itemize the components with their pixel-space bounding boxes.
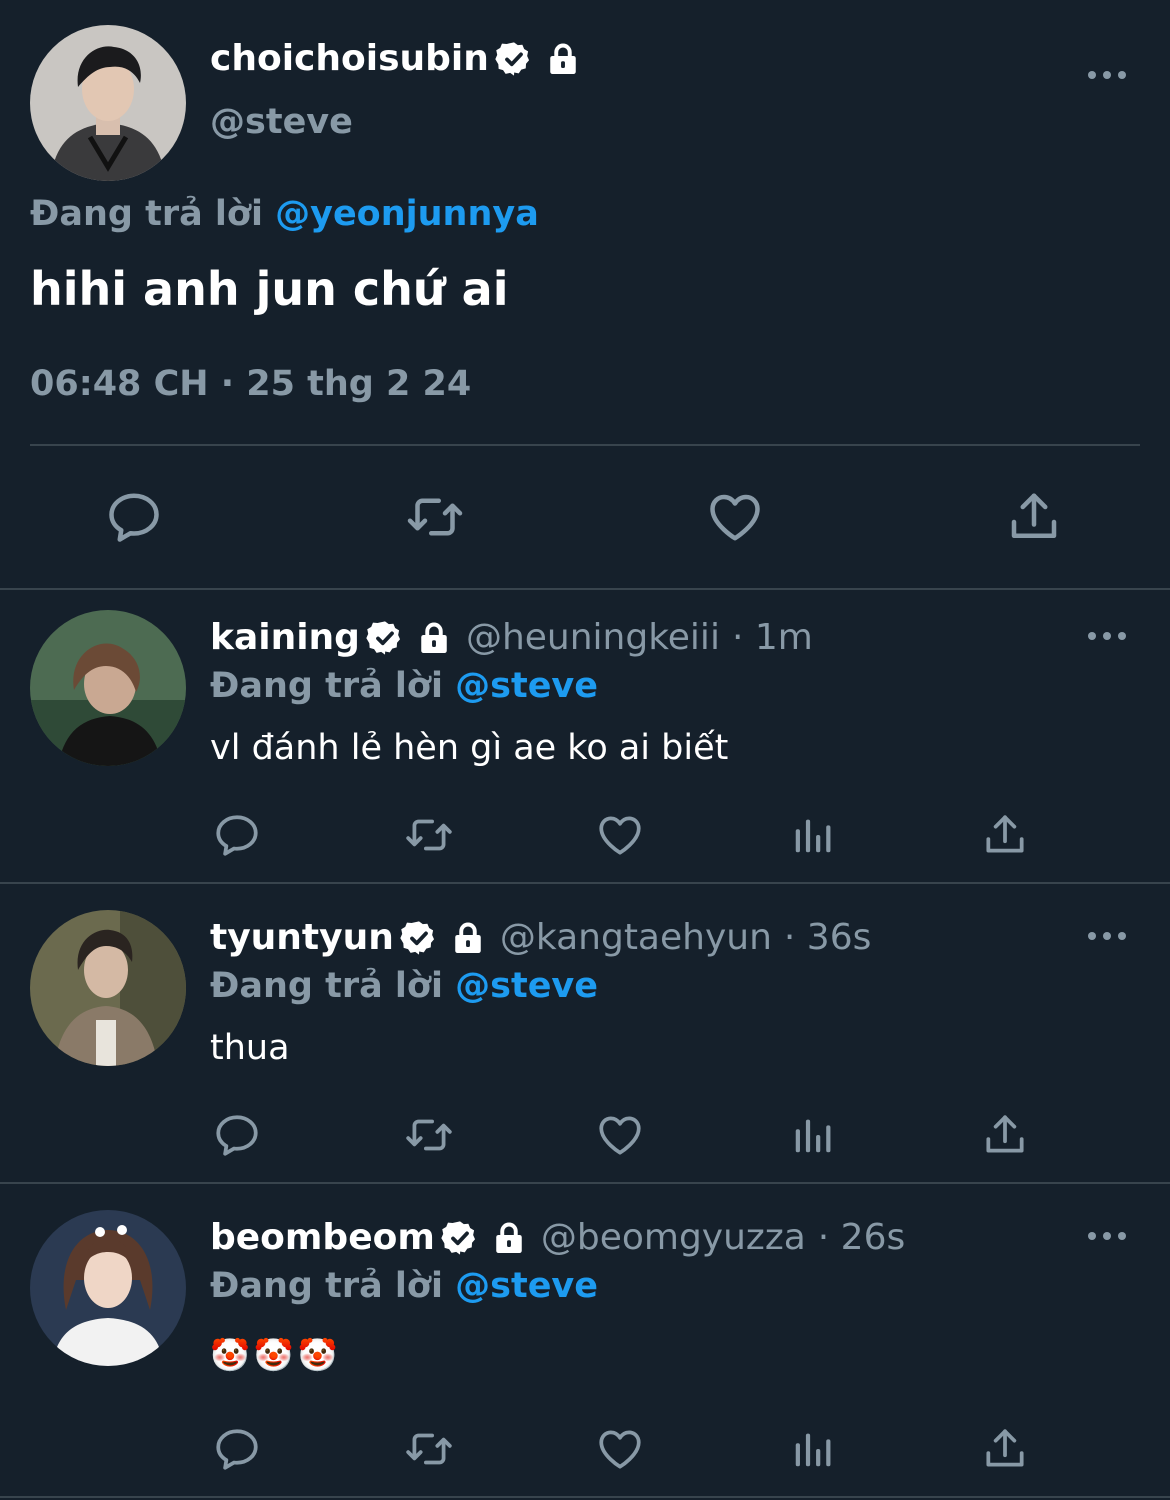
reply-context: Đang trả lời @yeonjunnya	[30, 194, 539, 234]
reply-to-link[interactable]: @yeonjunnya	[275, 194, 539, 234]
reply-prefix: Đang trả lời	[210, 966, 443, 1006]
reply-context: Đang trả lời @steve	[210, 666, 598, 706]
reply-text: 🤡🤡🤡	[210, 1336, 342, 1374]
lock-icon	[450, 920, 486, 956]
heart-icon[interactable]	[595, 810, 645, 860]
reply-to-link[interactable]: @steve	[455, 1266, 598, 1306]
heart-icon[interactable]	[595, 1110, 645, 1160]
reply-to-link[interactable]: @steve	[455, 666, 598, 706]
reply-name-row: kaining @heuningkeiii · 1m	[210, 617, 813, 658]
avatar-reply[interactable]	[30, 910, 186, 1066]
retweet-icon[interactable]	[400, 1110, 458, 1160]
reply-prefix: Đang trả lời	[210, 1266, 443, 1306]
more-icon[interactable]	[1088, 1229, 1128, 1243]
verified-badge-icon	[441, 1219, 479, 1257]
reply-name-row: tyuntyun @kangtaehyun · 36s	[210, 917, 871, 958]
verified-badge-icon	[366, 619, 404, 657]
display-name[interactable]: beombeom	[210, 1217, 435, 1258]
avatar-reply[interactable]	[30, 610, 186, 766]
analytics-icon[interactable]	[790, 1112, 836, 1158]
retweet-icon[interactable]	[400, 810, 458, 860]
reply-context: Đang trả lời @steve	[210, 1266, 598, 1306]
reply-icon[interactable]	[212, 1110, 262, 1160]
inner-divider	[30, 444, 1140, 446]
avatar-reply[interactable]	[30, 1210, 186, 1366]
heart-icon[interactable]	[705, 487, 765, 547]
reply-icon[interactable]	[104, 487, 164, 547]
lock-icon	[416, 620, 452, 656]
reply-icon[interactable]	[212, 810, 262, 860]
analytics-icon[interactable]	[790, 812, 836, 858]
more-icon[interactable]	[1088, 929, 1128, 943]
lock-icon	[545, 41, 581, 77]
display-name[interactable]: choichoisubin	[210, 38, 489, 79]
divider	[0, 1182, 1170, 1184]
display-name[interactable]: kaining	[210, 617, 360, 658]
share-icon[interactable]	[1004, 487, 1064, 547]
lock-icon	[491, 1220, 527, 1256]
reply-to-link[interactable]: @steve	[455, 966, 598, 1006]
handle[interactable]: @heuningkeiii	[466, 617, 720, 658]
reply-prefix: Đang trả lời	[210, 666, 443, 706]
handle[interactable]: @beomgyuzza	[541, 1217, 806, 1258]
divider	[0, 588, 1170, 590]
time-ago[interactable]: · 1m	[732, 617, 813, 658]
timestamp[interactable]: 06:48 CH · 25 thg 2 24	[30, 364, 471, 404]
share-icon[interactable]	[980, 810, 1030, 860]
more-icon[interactable]	[1088, 68, 1128, 82]
reply-icon[interactable]	[212, 1424, 262, 1474]
reply-text: vl đánh lẻ hèn gì ae ko ai biết	[210, 728, 729, 768]
more-icon[interactable]	[1088, 629, 1128, 643]
display-name[interactable]: tyuntyun	[210, 917, 394, 958]
main-name-row: choichoisubin	[210, 38, 581, 79]
avatar-main[interactable]	[30, 25, 186, 181]
divider	[0, 1496, 1170, 1498]
reply-context: Đang trả lời @steve	[210, 966, 598, 1006]
time-ago[interactable]: · 36s	[784, 917, 871, 958]
tweet-text: hihi anh jun chứ ai	[30, 262, 509, 316]
handle[interactable]: @kangtaehyun	[500, 917, 772, 958]
reply-prefix: Đang trả lời	[30, 194, 263, 234]
heart-icon[interactable]	[595, 1424, 645, 1474]
time-ago[interactable]: · 26s	[818, 1217, 905, 1258]
analytics-icon[interactable]	[790, 1426, 836, 1472]
share-icon[interactable]	[980, 1424, 1030, 1474]
verified-badge-icon	[400, 919, 438, 957]
share-icon[interactable]	[980, 1110, 1030, 1160]
reply-text: thua	[210, 1028, 290, 1068]
retweet-icon[interactable]	[400, 1424, 458, 1474]
verified-badge-icon	[495, 40, 533, 78]
retweet-icon[interactable]	[401, 487, 469, 547]
divider	[0, 882, 1170, 884]
reply-name-row: beombeom @beomgyuzza · 26s	[210, 1217, 905, 1258]
handle[interactable]: @steve	[210, 102, 353, 142]
